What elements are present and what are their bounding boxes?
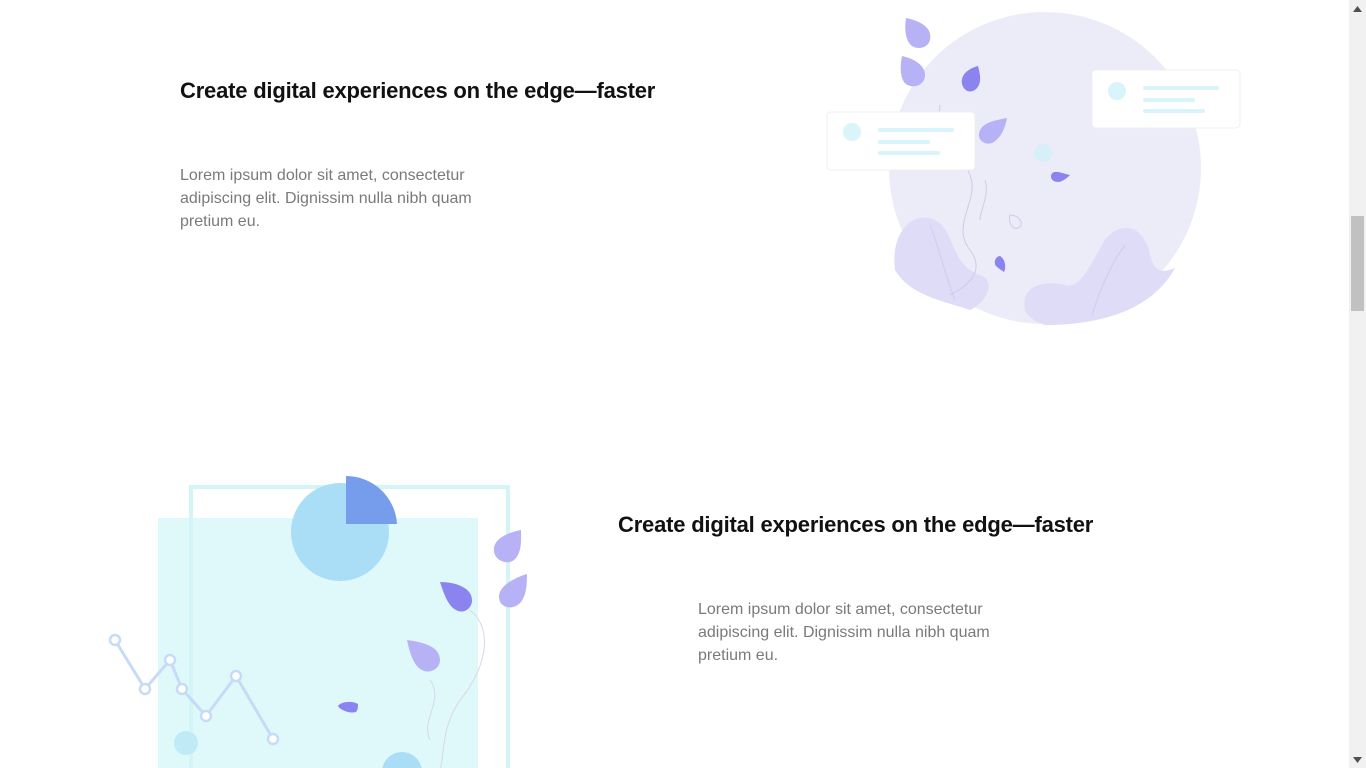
card-left-dot — [843, 123, 861, 141]
vertical-scrollbar[interactable] — [1349, 0, 1366, 768]
line-chart-point — [175, 682, 189, 696]
triangle-up-icon — [1353, 5, 1362, 12]
pie-chart-slice — [346, 475, 397, 524]
bubble-dot — [1034, 144, 1052, 162]
scroll-up-button[interactable] — [1349, 0, 1366, 17]
line-chart-point — [138, 682, 152, 696]
card-right-line — [1143, 98, 1195, 102]
card-right-dot — [1108, 82, 1126, 100]
page: Create digital experiences on the edge—f… — [0, 0, 1349, 768]
leaf-icon — [493, 530, 522, 563]
line-chart-point — [199, 709, 213, 723]
planet-illustration — [826, 12, 1241, 325]
leaf-icon — [905, 18, 931, 48]
card-left-line — [878, 128, 954, 132]
line-chart-point — [229, 669, 243, 683]
leaf-icon — [498, 574, 527, 608]
triangle-down-icon — [1353, 756, 1362, 763]
feature-1-body: Lorem ipsum dolor sit amet, consectetur … — [180, 167, 472, 230]
card-right-line — [1143, 109, 1205, 113]
scroll-down-button[interactable] — [1349, 751, 1366, 768]
line-chart-point — [266, 732, 280, 746]
feature-1-heading: Create digital experiences on the edge—f… — [180, 78, 656, 103]
card-left-line — [878, 140, 930, 144]
line-chart-point — [163, 653, 177, 667]
card-left-line — [878, 151, 940, 155]
line-chart-point — [108, 633, 122, 647]
card-right-line — [1143, 86, 1219, 90]
leaf-icon — [900, 56, 926, 87]
scrollbar-thumb[interactable] — [1351, 216, 1364, 311]
feature-2-body: Lorem ipsum dolor sit amet, consectetur … — [698, 601, 990, 664]
bubble-dot — [174, 731, 198, 755]
analytics-illustration — [108, 475, 527, 768]
feature-2-heading: Create digital experiences on the edge—f… — [618, 512, 1094, 537]
